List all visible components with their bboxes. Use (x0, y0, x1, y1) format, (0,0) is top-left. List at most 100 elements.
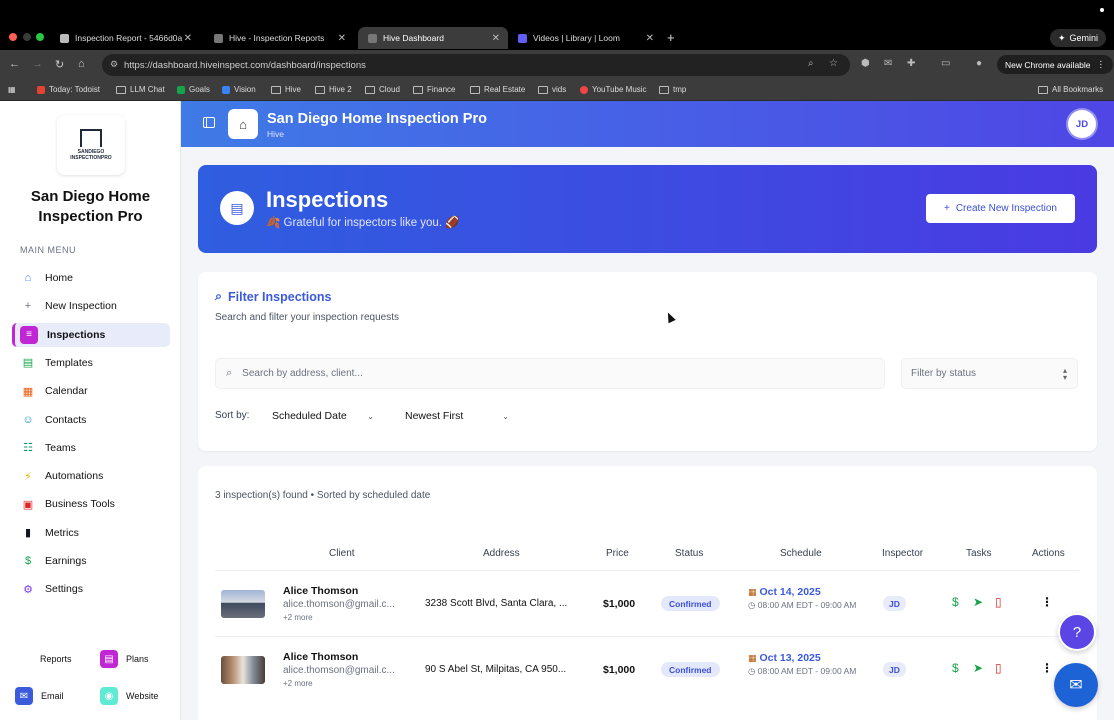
website-icon: ◉ (100, 687, 118, 705)
site-settings-icon[interactable]: ⚙ (110, 59, 118, 70)
zoom-icon[interactable]: ⌕ (808, 58, 814, 69)
send-paper-plane-icon[interactable]: ➤ (973, 595, 983, 609)
search-input[interactable] (242, 368, 843, 379)
gemini-button[interactable]: ✦ Gemini (1049, 29, 1106, 47)
property-address: 3238 Scott Blvd, Santa Clara, ... (425, 598, 568, 609)
sidebar-item-business-tools[interactable]: ▣ Business Tools (12, 492, 170, 516)
reports-link[interactable]: Reports (40, 654, 72, 664)
bookmark-item[interactable]: Vision (222, 85, 256, 94)
user-avatar[interactable]: JD (1068, 110, 1096, 138)
bookmark-item[interactable]: YouTube Music (580, 85, 647, 94)
bar-chart-icon: ▮ (24, 527, 32, 540)
inspection-price: $1,000 (603, 664, 636, 676)
bookmark-item[interactable]: LLM Chat (116, 85, 165, 94)
column-header-price[interactable]: Price (606, 548, 629, 559)
column-header-status[interactable]: Status (675, 548, 703, 559)
browser-tab[interactable]: Hive - Inspection Reports ✕ (204, 27, 354, 49)
bookmark-item[interactable]: Today: Todoist (37, 85, 100, 94)
profile-icon[interactable]: ● (976, 58, 982, 69)
sidebar-item-inspections[interactable]: ≡ Inspections (12, 322, 170, 347)
sidebar-item-metrics[interactable]: ▮ Metrics (12, 521, 170, 545)
close-window-button[interactable] (9, 33, 17, 41)
column-header-client[interactable]: Client (329, 548, 355, 559)
column-header-actions[interactable]: Actions (1032, 548, 1065, 559)
bookmark-label: Today: Todoist (49, 85, 100, 94)
puzzle-icon[interactable]: ✚ (907, 58, 915, 69)
close-tab-icon[interactable]: ✕ (338, 33, 346, 44)
bookmark-item[interactable]: Finance (413, 85, 455, 94)
sidebar-item-earnings[interactable]: $ Earnings (12, 549, 170, 573)
sidebar-item-templates[interactable]: ▤ Templates (12, 351, 170, 375)
page-title: Inspections (266, 187, 389, 212)
sidebar-item-teams[interactable]: ☷ Teams (12, 436, 170, 460)
address-bar[interactable]: ⚙ https://dashboard.hiveinspect.com/dash… (102, 54, 850, 76)
table-row[interactable]: Alice Thomson alice.thomson@gmail.c... +… (215, 570, 1079, 636)
bookmark-item[interactable]: vids (538, 85, 566, 94)
sidebar-item-contacts[interactable]: ☺ Contacts (12, 408, 170, 432)
sidebar-item-calendar[interactable]: ▦ Calendar (12, 379, 170, 403)
tab-title: Hive Dashboard (383, 33, 444, 43)
minimize-window-button[interactable] (23, 33, 31, 41)
reload-icon[interactable]: ↻ (55, 58, 64, 71)
pdf-report-icon[interactable]: ▯ (995, 595, 1002, 609)
payment-dollar-icon[interactable]: $ (952, 661, 959, 675)
close-tab-icon[interactable]: ✕ (492, 33, 500, 44)
bookmark-item[interactable]: Cloud (365, 85, 400, 94)
client-more-count[interactable]: +2 more (283, 613, 313, 622)
column-header-inspector[interactable]: Inspector (882, 548, 923, 559)
side-panel-icon[interactable]: ▭ (941, 58, 950, 69)
new-chrome-available-button[interactable]: New Chrome available ⋮ (997, 55, 1114, 74)
column-header-address[interactable]: Address (483, 548, 520, 559)
help-button[interactable]: ? (1058, 613, 1096, 651)
main-menu-label: MAIN MENU (20, 245, 76, 255)
chat-button[interactable]: ✉ (1054, 663, 1098, 707)
sort-field-select[interactable]: Scheduled Date ⌄ (264, 402, 384, 430)
more-actions-icon[interactable]: ⋮ (1041, 661, 1053, 675)
close-tab-icon[interactable]: ✕ (646, 33, 654, 44)
close-tab-icon[interactable]: ✕ (184, 33, 192, 44)
status-filter-select[interactable]: Filter by status ▴ ▾ (901, 358, 1078, 389)
sidebar-item-label: Business Tools (45, 498, 115, 511)
browser-tab[interactable]: Inspection Report - 5466d0a ✕ (50, 27, 200, 49)
bookmark-star-icon[interactable]: ☆ (829, 58, 838, 69)
bookmark-item[interactable]: Goals (177, 85, 210, 94)
client-more-count[interactable]: +2 more (283, 679, 313, 688)
sidebar-item-new-inspection[interactable]: + New Inspection (12, 294, 170, 318)
sidebar-item-label: Settings (45, 583, 83, 596)
forward-icon[interactable]: → (32, 58, 43, 70)
dollar-icon: $ (24, 555, 32, 567)
plans-link[interactable]: ▤ Plans (100, 650, 149, 668)
bookmark-item[interactable]: tmp (659, 85, 686, 94)
sort-order-select[interactable]: Newest First ⌄ (397, 402, 519, 430)
browser-tab-active[interactable]: Hive Dashboard ✕ (358, 27, 508, 49)
column-header-schedule[interactable]: Schedule (780, 548, 822, 559)
create-new-inspection-button[interactable]: + Create New Inspection (926, 194, 1075, 223)
more-actions-icon[interactable]: ⋮ (1041, 595, 1053, 609)
pdf-report-icon[interactable]: ▯ (995, 661, 1002, 675)
sidebar-item-home[interactable]: ⌂ Home (12, 266, 170, 290)
all-bookmarks-item[interactable]: All Bookmarks (1038, 85, 1103, 94)
sidebar-toggle-icon[interactable] (203, 117, 215, 128)
back-icon[interactable]: ← (9, 58, 20, 70)
browser-tab[interactable]: Videos | Library | Loom ✕ (508, 27, 662, 49)
website-link[interactable]: ◉ Website (100, 687, 158, 705)
maximize-window-button[interactable] (36, 33, 44, 41)
payment-dollar-icon[interactable]: $ (952, 595, 959, 609)
sidebar-item-settings[interactable]: ⚙ Settings (12, 577, 170, 601)
new-tab-icon[interactable]: + (667, 30, 675, 45)
email-link[interactable]: ✉ Email (15, 687, 64, 705)
column-header-tasks[interactable]: Tasks (966, 548, 992, 559)
bookmark-item[interactable]: Hive 2 (315, 85, 352, 94)
send-paper-plane-icon[interactable]: ➤ (973, 661, 983, 675)
bookmark-item[interactable]: Real Estate (470, 85, 525, 94)
plus-icon: + (943, 203, 950, 214)
loom-icon (518, 33, 527, 43)
bookmark-item[interactable]: Hive (271, 85, 301, 94)
table-row[interactable]: Alice Thomson alice.thomson@gmail.c... +… (215, 636, 1079, 702)
home-browser-icon[interactable]: ⌂ (78, 58, 85, 70)
sidebar-item-automations[interactable]: ⚡ Automations (12, 464, 170, 488)
apps-grid-icon[interactable]: ▦ (8, 85, 16, 94)
search-field[interactable]: ⌕ (215, 358, 885, 389)
extension-icon[interactable]: ⬢ (861, 58, 870, 69)
mail-extension-icon[interactable]: ✉ (884, 58, 892, 69)
